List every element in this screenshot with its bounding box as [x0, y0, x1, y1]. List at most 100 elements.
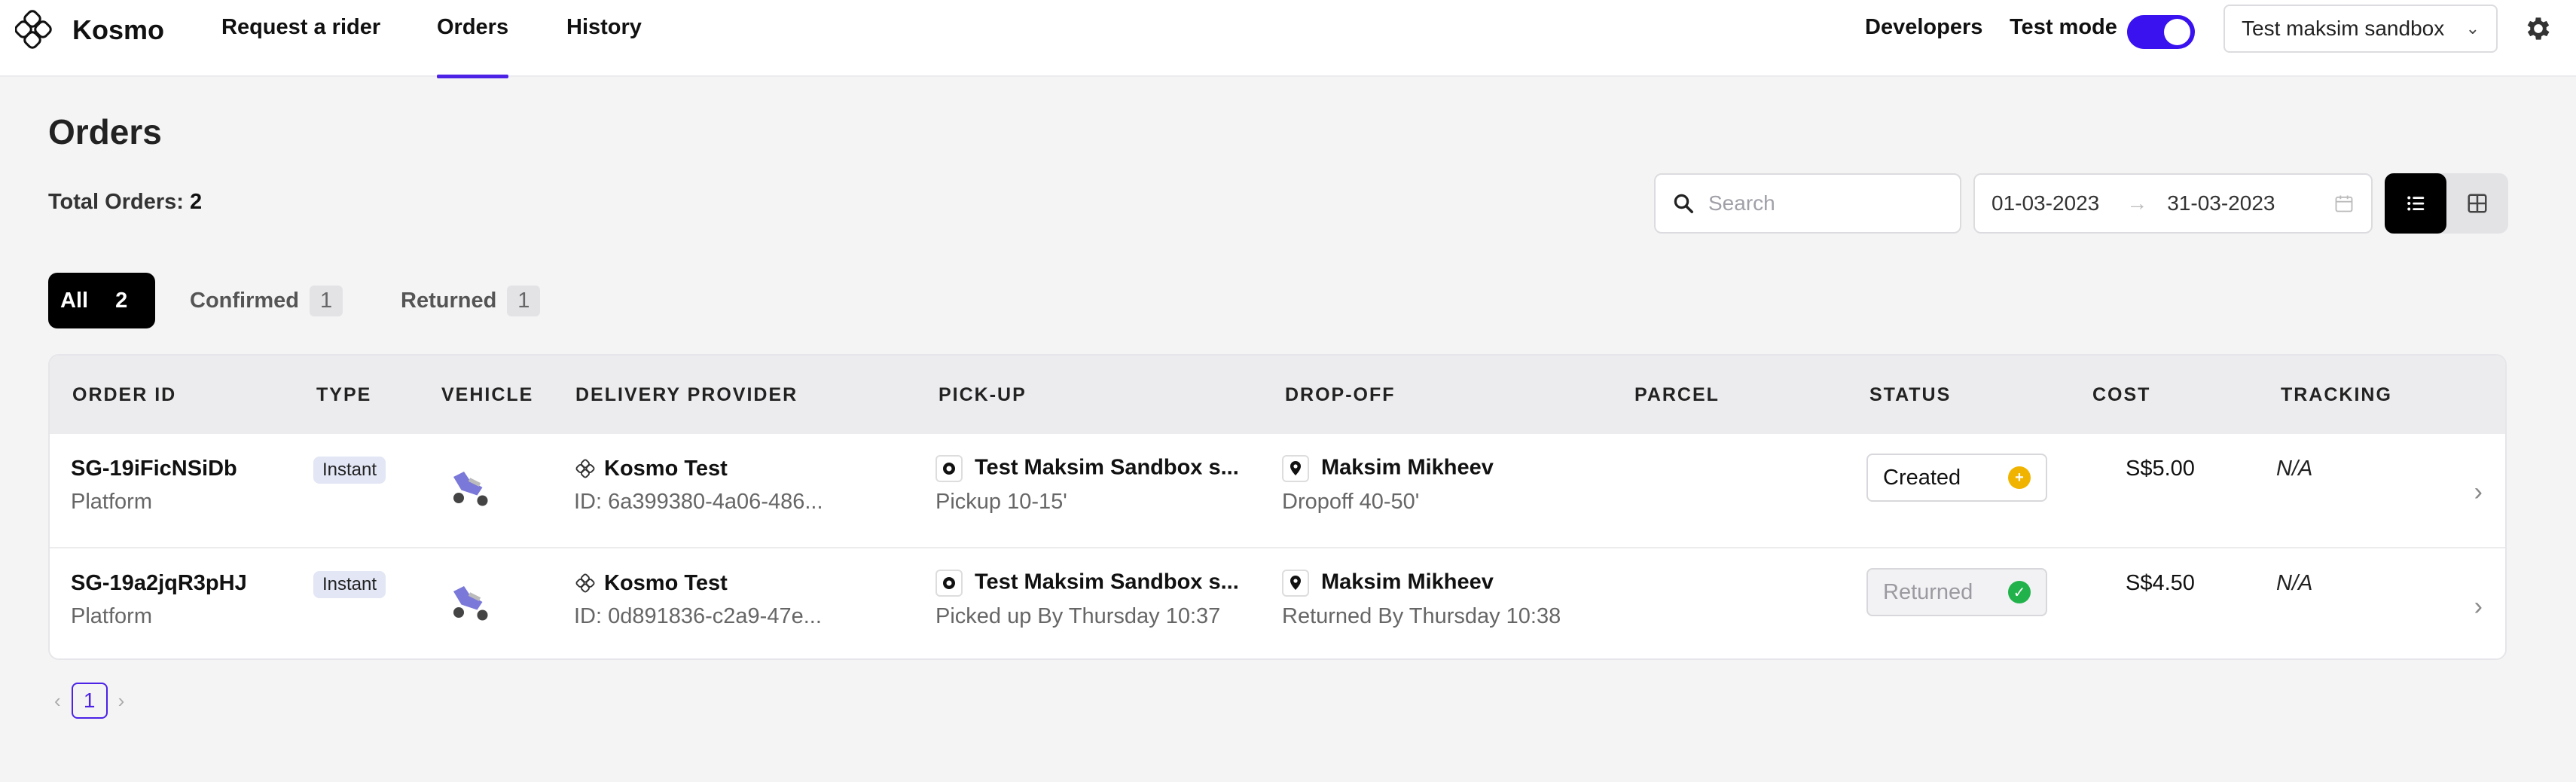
top-bar: Kosmo Request a rider Orders History Dev…: [0, 0, 2576, 78]
search-input[interactable]: [1708, 191, 1934, 215]
provider: Kosmo Test: [575, 571, 728, 596]
pickup: Test Maksim Sandbox s...: [935, 570, 1239, 597]
status-badge: Returned ✓: [1866, 568, 2047, 616]
dropoff-eta: Returned By Thursday 10:38: [1282, 604, 1561, 628]
view-toggle: [2385, 173, 2508, 234]
arrow-right-icon: →: [2126, 191, 2148, 215]
date-range-picker[interactable]: 01-03-2023 → 31-03-2023: [1973, 173, 2373, 234]
search-box: [1654, 173, 1961, 234]
filter-count: 2: [115, 288, 128, 313]
list-icon: [2407, 196, 2425, 211]
col-status: STATUS: [1869, 384, 1952, 405]
account-select[interactable]: Test maksim sandbox ⌄: [2223, 5, 2498, 53]
filter-label: Confirmed: [190, 288, 299, 313]
col-delivery-provider: DELIVERY PROVIDER: [575, 384, 798, 405]
next-page-icon[interactable]: ›: [118, 689, 125, 713]
kosmo-logo-icon: [15, 10, 52, 49]
dropoff: Maksim Mikheev: [1282, 455, 1494, 482]
pickup-record-icon: [935, 455, 963, 482]
dropoff: Maksim Mikheev: [1282, 570, 1494, 597]
provider-id: ID: 0d891836-c2a9-47e...: [574, 604, 822, 628]
pickup: Test Maksim Sandbox s...: [935, 455, 1239, 482]
logo[interactable]: Kosmo: [15, 6, 164, 54]
dropoff-name: Maksim Mikheev: [1321, 570, 1494, 594]
order-cost: S$4.50: [2126, 571, 2195, 595]
scooter-icon: [453, 586, 488, 621]
filter-all[interactable]: All 2: [48, 273, 155, 328]
prev-page-icon[interactable]: ‹: [54, 689, 61, 713]
type-badge: Instant: [313, 571, 386, 598]
col-dropoff: DROP-OFF: [1285, 384, 1396, 405]
filter-confirmed[interactable]: Confirmed 1: [190, 273, 343, 328]
location-pin-icon: [1282, 455, 1309, 482]
test-mode-label: Test mode: [2010, 15, 2117, 39]
page-title: Orders: [48, 112, 162, 151]
status-text: Returned: [1883, 579, 1973, 604]
pickup-name: Test Maksim Sandbox s...: [975, 455, 1239, 480]
chevron-right-icon[interactable]: ›: [2474, 478, 2483, 507]
col-pickup: PICK-UP: [939, 384, 1027, 405]
check-circle-icon: ✓: [2008, 581, 2031, 603]
table-row[interactable]: SG-19a2jqR3pHJ Platform Instant Kosmo Te…: [50, 547, 2505, 658]
filter-label: All: [60, 288, 89, 313]
table-header: ORDER ID TYPE VEHICLE DELIVERY PROVIDER …: [50, 356, 2505, 434]
col-vehicle: VEHICLE: [441, 384, 534, 405]
pagination: ‹ 1 ›: [54, 683, 124, 719]
grid-icon: [2468, 194, 2487, 213]
provider-name: Kosmo Test: [604, 457, 728, 481]
pickup-eta: Pickup 10-15': [935, 490, 1067, 514]
col-cost: COST: [2092, 384, 2151, 405]
order-cost: S$5.00: [2126, 457, 2195, 481]
grid-view-button[interactable]: [2446, 173, 2508, 234]
order-id[interactable]: SG-19iFicNSiDb: [71, 457, 237, 481]
tracking-value: N/A: [2276, 571, 2313, 595]
provider: Kosmo Test: [575, 457, 728, 481]
chevron-right-icon[interactable]: ›: [2474, 592, 2483, 622]
order-source: Platform: [71, 490, 152, 514]
status-pending-icon: +: [2008, 466, 2031, 489]
account-name: Test maksim sandbox: [2242, 17, 2445, 40]
filter-count: 1: [507, 285, 541, 316]
date-to[interactable]: 31-03-2023: [2167, 191, 2275, 215]
filter-label: Returned: [401, 288, 497, 313]
col-type: TYPE: [316, 384, 372, 405]
kosmo-provider-icon: [575, 459, 595, 478]
order-id[interactable]: SG-19a2jqR3pHJ: [71, 571, 247, 596]
status-text: Created: [1883, 465, 1961, 490]
pickup-name: Test Maksim Sandbox s...: [975, 570, 1239, 594]
list-view-button[interactable]: [2385, 173, 2446, 234]
search-icon: [1674, 194, 1693, 213]
toggle-knob: [2164, 19, 2190, 45]
nav-orders[interactable]: Orders: [437, 0, 509, 78]
brand-name: Kosmo: [72, 14, 165, 45]
date-from[interactable]: 01-03-2023: [1992, 191, 2099, 215]
filter-count: 1: [310, 285, 343, 316]
col-parcel: PARCEL: [1634, 384, 1720, 405]
dropoff-name: Maksim Mikheev: [1321, 455, 1494, 480]
nav-request-rider[interactable]: Request a rider: [221, 0, 380, 77]
scooter-icon: [453, 472, 488, 506]
developers-link[interactable]: Developers: [1865, 15, 1982, 40]
total-orders-value: 2: [190, 190, 203, 214]
total-orders-label: Total Orders:: [48, 190, 184, 214]
calendar-icon: [2335, 195, 2353, 212]
tracking-value: N/A: [2276, 457, 2313, 481]
test-mode-toggle[interactable]: [2127, 15, 2195, 49]
gear-icon[interactable]: [2523, 14, 2553, 44]
provider-name: Kosmo Test: [604, 571, 728, 595]
nav-history[interactable]: History: [566, 0, 642, 77]
chevron-down-icon: ⌄: [2465, 19, 2480, 38]
order-source: Platform: [71, 604, 152, 628]
dropoff-eta: Dropoff 40-50': [1282, 490, 1420, 514]
page-number-current[interactable]: 1: [71, 683, 108, 719]
pickup-record-icon: [935, 570, 963, 597]
kosmo-provider-icon: [575, 573, 595, 593]
table-row[interactable]: SG-19iFicNSiDb Platform Instant Kosmo Te…: [50, 434, 2505, 547]
orders-table: ORDER ID TYPE VEHICLE DELIVERY PROVIDER …: [48, 354, 2507, 660]
filter-returned[interactable]: Returned 1: [401, 273, 541, 328]
location-pin-icon: [1282, 570, 1309, 597]
pickup-eta: Picked up By Thursday 10:37: [935, 604, 1221, 628]
provider-id: ID: 6a399380-4a06-486...: [574, 490, 823, 514]
type-badge: Instant: [313, 457, 386, 484]
col-order-id: ORDER ID: [72, 384, 177, 405]
